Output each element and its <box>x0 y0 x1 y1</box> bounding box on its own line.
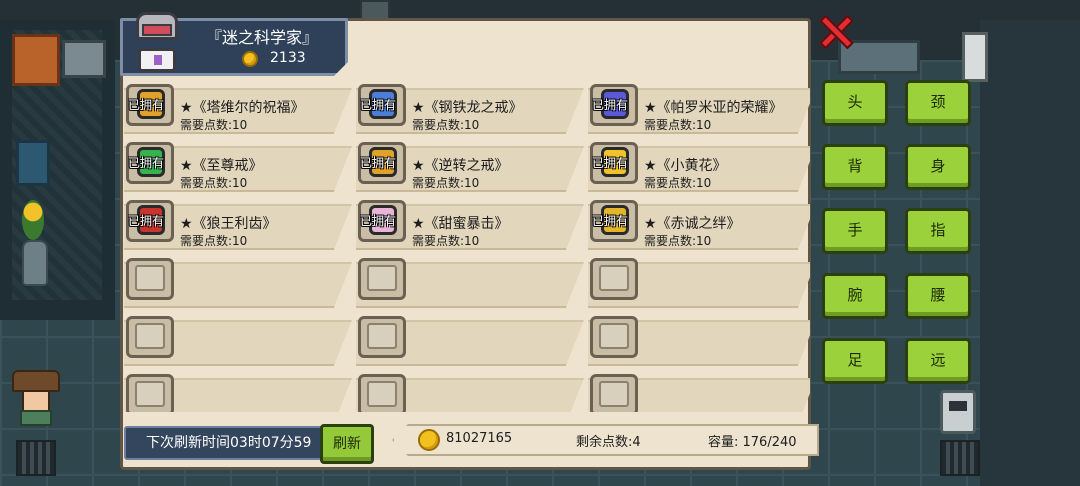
machine-prop <box>62 40 106 78</box>
slot-hand-button[interactable]: 手 <box>822 208 888 254</box>
owned-label: 已拥有 <box>128 214 165 228</box>
owned-label: 已拥有 <box>592 156 629 170</box>
item-cost: 需要点数:10 <box>644 118 712 132</box>
item-name: ★《逆转之戒》 <box>412 158 509 174</box>
item-slot[interactable]: 已拥有 ★《帕罗米亚的荣耀》 需要点数:10 <box>588 82 810 134</box>
item-name: ★《赤诚之绊》 <box>644 216 741 232</box>
refresh-timer: 下次刷新时间03时07分59 <box>124 426 330 460</box>
item-slot[interactable]: 已拥有 ★《赤诚之绊》 需要点数:10 <box>588 198 810 250</box>
slot-neck-button[interactable]: 颈 <box>905 80 971 126</box>
slot-finger-button[interactable]: 指 <box>905 208 971 254</box>
empty-slot[interactable] <box>356 314 584 366</box>
item-slot[interactable]: 已拥有 ★《甜蜜暴击》 需要点数:10 <box>356 198 584 250</box>
wooden-shelf <box>12 34 60 86</box>
item-name: ★《帕罗米亚的荣耀》 <box>644 100 783 116</box>
item-cost: 需要点数:10 <box>412 234 480 248</box>
item-cost: 需要点数:10 <box>412 118 480 132</box>
right-wall <box>980 20 1080 486</box>
chair <box>16 140 50 186</box>
close-icon[interactable] <box>818 14 854 50</box>
item-cost: 需要点数:10 <box>412 176 480 190</box>
item-cost: 需要点数:10 <box>180 176 248 190</box>
item-cost: 需要点数:10 <box>644 234 712 248</box>
empty-slot[interactable] <box>588 256 810 308</box>
vending-machine <box>940 390 976 434</box>
coin-icon <box>242 51 258 67</box>
vase <box>22 240 48 286</box>
item-slot[interactable]: 已拥有 ★《钢铁龙之戒》 需要点数:10 <box>356 82 584 134</box>
item-name: ★《甜蜜暴击》 <box>412 216 509 232</box>
character-avatar <box>130 10 184 76</box>
owned-label: 已拥有 <box>128 156 165 170</box>
slot-ranged-button[interactable]: 远 <box>905 338 971 384</box>
owned-label: 已拥有 <box>360 98 397 112</box>
owned-label: 已拥有 <box>128 98 165 112</box>
refresh-button[interactable]: 刷新 <box>320 424 374 464</box>
owned-label: 已拥有 <box>592 214 629 228</box>
empty-slot[interactable] <box>356 256 584 308</box>
cabinet <box>962 32 988 82</box>
item-slot[interactable]: 已拥有 ★《狼王利齿》 需要点数:10 <box>124 198 352 250</box>
empty-slot[interactable] <box>124 372 352 412</box>
slot-wrist-button[interactable]: 腕 <box>822 273 888 319</box>
slot-head-button[interactable]: 头 <box>822 80 888 126</box>
floor-grate <box>940 440 980 476</box>
empty-slot[interactable] <box>124 314 352 366</box>
item-name: ★《至尊戒》 <box>180 158 263 174</box>
item-name: ★《狼王利齿》 <box>180 216 277 232</box>
character-name: 『迷之科学家』 <box>206 28 319 47</box>
item-name: ★《钢铁龙之戒》 <box>412 100 523 116</box>
floor-grate <box>16 440 56 476</box>
empty-slot[interactable] <box>588 314 810 366</box>
gold-amount: 81027165 <box>446 431 513 446</box>
owned-label: 已拥有 <box>360 214 397 228</box>
slot-foot-button[interactable]: 足 <box>822 338 888 384</box>
slot-back-button[interactable]: 背 <box>822 144 888 190</box>
empty-slot[interactable] <box>356 372 584 412</box>
item-slot[interactable]: 已拥有 ★《至尊戒》 需要点数:10 <box>124 140 352 192</box>
item-slot[interactable]: 已拥有 ★《小黄花》 需要点数:10 <box>588 140 810 192</box>
slot-body-button[interactable]: 身 <box>905 144 971 190</box>
npc-character[interactable] <box>12 370 60 426</box>
gold-coin-icon <box>418 429 440 451</box>
remaining-points: 剩余点数:4 <box>576 435 641 450</box>
item-grid: 已拥有 ★《塔维尔的祝福》 需要点数:10 已拥有 ★《钢铁龙之戒》 需要点数:… <box>124 82 810 412</box>
item-name: ★《小黄花》 <box>644 158 727 174</box>
capacity: 容量: 176/240 <box>708 435 797 450</box>
owned-label: 已拥有 <box>360 156 397 170</box>
item-cost: 需要点数:10 <box>180 118 248 132</box>
item-cost: 需要点数:10 <box>180 234 248 248</box>
item-slot[interactable]: 已拥有 ★《塔维尔的祝福》 需要点数:10 <box>124 82 352 134</box>
character-coins: 2133 <box>270 50 306 66</box>
item-slot[interactable]: 已拥有 ★《逆转之戒》 需要点数:10 <box>356 140 584 192</box>
empty-slot[interactable] <box>124 256 352 308</box>
flower-pot <box>22 200 44 240</box>
item-cost: 需要点数:10 <box>644 176 712 190</box>
item-name: ★《塔维尔的祝福》 <box>180 100 305 116</box>
owned-label: 已拥有 <box>592 98 629 112</box>
slot-waist-button[interactable]: 腰 <box>905 273 971 319</box>
empty-slot[interactable] <box>588 372 810 412</box>
